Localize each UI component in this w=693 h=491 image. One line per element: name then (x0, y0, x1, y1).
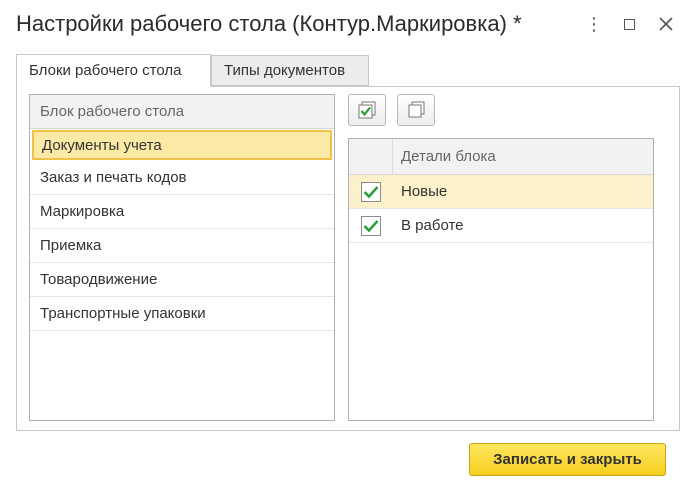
uncheck-all-button[interactable] (397, 94, 435, 126)
checkmark-icon (363, 219, 379, 232)
details-row-new-label: Новые (401, 183, 448, 200)
close-icon[interactable] (654, 10, 678, 38)
tab-document-types[interactable]: Типы документов (211, 55, 369, 86)
blocks-row-receiving[interactable]: Приемка (30, 229, 334, 263)
save-and-close-button[interactable]: Записать и закрыть (469, 443, 666, 476)
checkmark-icon (363, 185, 379, 198)
blocks-row-marking[interactable]: Маркировка (30, 195, 334, 229)
blocks-row-accounting-docs[interactable]: Документы учета (32, 130, 332, 160)
blocks-table-header: Блок рабочего стола (30, 95, 334, 129)
window-title: Настройки рабочего стола (Контур.Маркиро… (16, 11, 522, 36)
details-table: Детали блока Новые В работе (348, 138, 654, 421)
details-row-new[interactable]: Новые (349, 175, 653, 209)
uncheck-all-icon (408, 101, 425, 118)
details-row-in-progress-label: В работе (401, 217, 464, 234)
more-vertical-icon[interactable]: ⋮ (582, 10, 606, 38)
blocks-row-goods-movement[interactable]: Товародвижение (30, 263, 334, 297)
check-all-icon (358, 101, 376, 119)
blocks-table: Блок рабочего стола Документы учета Зака… (29, 94, 335, 421)
details-row-in-progress-checkbox[interactable] (361, 215, 381, 236)
tab-desktop-blocks[interactable]: Блоки рабочего стола (16, 54, 211, 87)
blocks-row-transport-packages[interactable]: Транспортные упаковки (30, 297, 334, 331)
details-row-in-progress[interactable]: В работе (349, 209, 653, 243)
details-row-new-checkbox[interactable] (361, 181, 381, 202)
blocks-row-code-orders[interactable]: Заказ и печать кодов (30, 161, 334, 195)
details-table-header: Детали блока (349, 139, 653, 175)
details-table-header-label: Детали блока (401, 148, 496, 165)
details-check-column-header (349, 139, 393, 174)
check-all-button[interactable] (348, 94, 386, 126)
maximize-icon[interactable] (617, 10, 641, 38)
